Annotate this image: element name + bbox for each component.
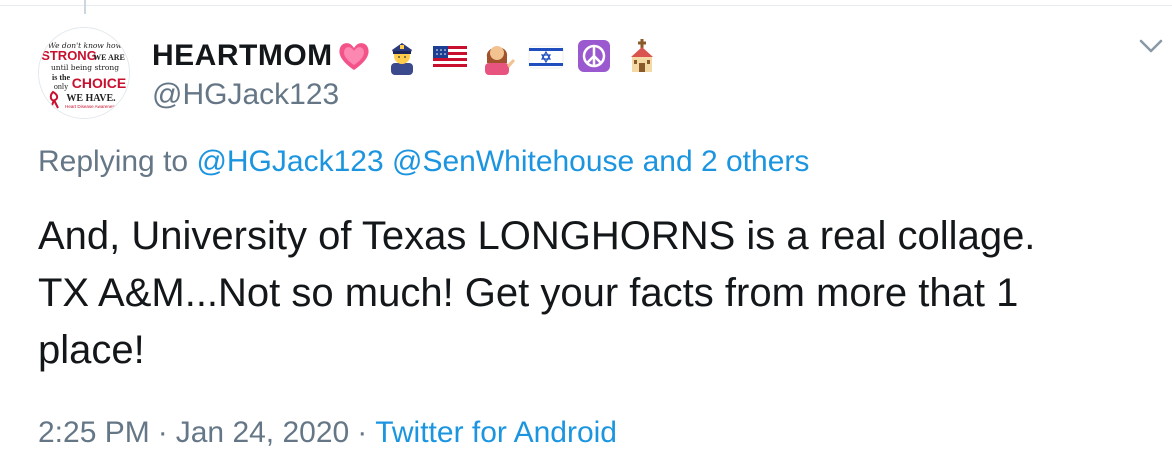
divider: [0, 5, 1172, 6]
avatar-line-9: Heart Disease Awareness: [65, 104, 117, 109]
avatar-line-4: until being strong: [51, 63, 119, 72]
church-icon: [623, 37, 661, 75]
and-others-link[interactable]: and 2 others: [643, 145, 810, 178]
avatar-line-3: WE ARE: [93, 53, 125, 62]
avatar-line-6: only: [54, 82, 68, 91]
avatar-line-2: STRONG: [41, 48, 97, 63]
israel-flag-icon: [527, 37, 565, 75]
avatar-line-8: WE HAVE.: [66, 93, 116, 104]
avatar-line-7: CHOICE: [72, 75, 126, 91]
avatar[interactable]: We don't know how STRONG WE ARE until be…: [38, 27, 130, 119]
tweet-text: And, University of Texas LONGHORNS is a …: [38, 214, 1036, 372]
avatar-line-5: is the: [52, 73, 70, 82]
tweet-source-link[interactable]: Twitter for Android: [375, 416, 617, 449]
replying-to-label: Replying to: [38, 145, 189, 178]
meta-separator-1: ·: [157, 416, 168, 449]
us-flag-icon: [431, 37, 469, 75]
name-row: HEARTMOM: [152, 36, 671, 76]
peace-symbol-icon: [575, 37, 613, 75]
tweet-date[interactable]: Jan 24, 2020: [176, 416, 349, 449]
mention-senwhitehouse[interactable]: @SenWhitehouse: [392, 145, 634, 178]
meta-separator-2: ·: [357, 416, 368, 449]
chevron-down-icon[interactable]: [1138, 36, 1164, 56]
police-officer-icon: [383, 37, 421, 75]
user-handle[interactable]: @HGJack123: [152, 78, 339, 112]
tweet-detail: We don't know how STRONG WE ARE until be…: [0, 0, 1172, 474]
tweet-meta: 2:25 PM · Jan 24, 2020 · Twitter for Android: [38, 416, 617, 450]
display-name[interactable]: HEARTMOM: [152, 39, 333, 73]
tweet-time[interactable]: 2:25 PM: [38, 416, 150, 449]
woman-tipping-hand-icon: [479, 37, 517, 75]
heart-icon: [335, 37, 373, 75]
name-emojis: [335, 37, 671, 75]
thread-connector-line: [84, 0, 86, 14]
replying-to-line: Replying to @HGJack123 @SenWhitehouse an…: [38, 145, 809, 179]
mention-hgjack123[interactable]: @HGJack123: [196, 145, 383, 178]
